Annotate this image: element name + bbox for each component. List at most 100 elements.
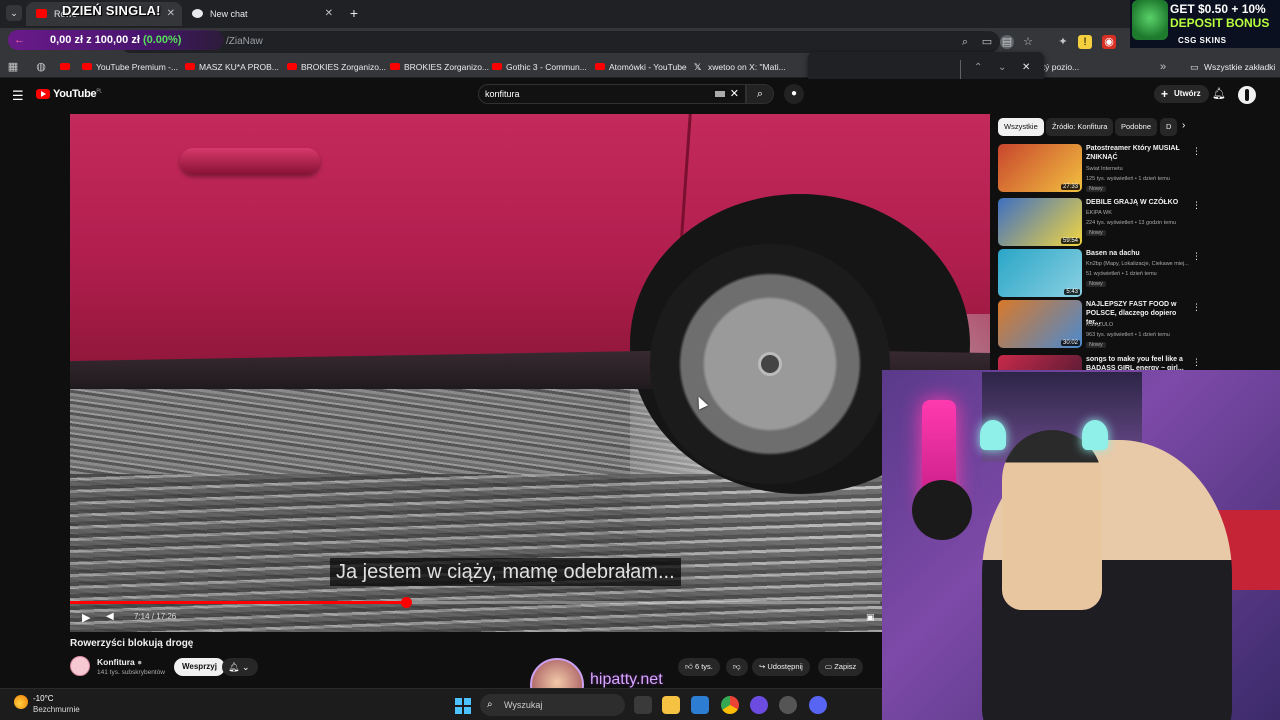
bookmark-item[interactable]: YouTube Premium -... — [82, 56, 178, 78]
volume-icon[interactable]: ◀︎ — [106, 611, 114, 622]
video-thumbnail[interactable] — [998, 355, 1082, 370]
more-vertical-icon[interactable]: ⋮ — [1192, 302, 1201, 313]
bookmark-item[interactable]: Atomówki - YouTube — [595, 56, 687, 78]
extension-icon[interactable]: ! — [1078, 35, 1092, 49]
chip-source[interactable]: Źródło: Konfitura — [1046, 118, 1114, 136]
recommendation-item[interactable]: 30:02 NAJLEPSZY FAST FOOD w POLSCE, dlac… — [998, 300, 1278, 350]
share-button[interactable]: ↪ Udostępnij — [752, 658, 810, 676]
bookmark-label: YouTube Premium -... — [96, 62, 179, 72]
close-icon[interactable]: ✕ — [325, 2, 333, 26]
settings-icon[interactable]: ▣ — [866, 612, 875, 623]
weather-icon[interactable] — [14, 695, 28, 709]
star-icon[interactable]: ☆ — [1021, 35, 1035, 49]
recommendation-title[interactable]: Basen na dachu — [1086, 249, 1186, 258]
new-tab-button[interactable]: + — [346, 5, 362, 21]
recommendation-item[interactable]: 59:54 DEBILE GRAJĄ W CZÓŁKO EKIPA WK 224… — [998, 198, 1278, 248]
recommendation-item[interactable]: 5:43 Basen na dachu Kn2bp (Mapy, Lokaliz… — [998, 249, 1278, 299]
video-time: 7:14 / 17:26 — [134, 612, 177, 621]
video-thumbnail[interactable]: 59:54 — [998, 198, 1082, 246]
recommendation-title[interactable]: Patostreamer Który MUSIAŁ ZNIKNĄĆ — [1086, 144, 1186, 162]
more-vertical-icon[interactable]: ⋮ — [1192, 251, 1201, 262]
extension-icon[interactable]: ◉ — [1102, 35, 1116, 49]
search-input[interactable]: konfitura ✕ — [478, 84, 746, 104]
logo-text: YouTube — [53, 88, 97, 100]
bookmark-item[interactable]: Gothic 3 - Commun... — [492, 56, 587, 78]
youtube-icon — [390, 63, 400, 70]
chip-more[interactable]: D — [1160, 118, 1178, 136]
extension-icon[interactable]: ✦ — [1056, 35, 1070, 49]
youtube-logo[interactable]: YouTubePL — [36, 88, 102, 102]
more-vertical-icon[interactable]: ⋮ — [1192, 200, 1201, 211]
scrubber-handle[interactable] — [401, 597, 413, 608]
video-player[interactable] — [70, 114, 990, 632]
store-icon[interactable] — [691, 696, 709, 714]
video-title: Rowerzyści blokują drogę — [70, 638, 194, 649]
recommendation-item[interactable]: songs to make you feel like a BADASS GIR… — [998, 355, 1278, 370]
recommendation-title[interactable]: DEBILE GRAJĄ W CZÓŁKO — [1086, 198, 1186, 207]
chevron-right-icon[interactable]: » — [1156, 60, 1170, 74]
chip-all[interactable]: Wszystkie — [998, 118, 1044, 136]
arrow-left-icon: ← — [14, 34, 25, 46]
bookmark-item[interactable] — [60, 56, 74, 78]
apps-grid-icon[interactable]: ▦ — [6, 60, 20, 74]
bell-icon: 🔔︎ — [228, 662, 240, 672]
bookmark-item[interactable]: 𝕏xwetoo on X: "Mati... — [694, 56, 786, 78]
like-button[interactable]: 👍︎ 6 tys. — [678, 658, 720, 676]
keyboard-icon[interactable] — [715, 91, 725, 97]
close-icon[interactable]: ✕ — [730, 85, 739, 103]
avatar[interactable] — [1238, 86, 1256, 104]
hamburger-menu-icon[interactable]: ☰ — [12, 88, 24, 104]
close-icon[interactable]: ✕ — [167, 2, 175, 26]
channel-name[interactable]: Konfitura ● — [97, 657, 142, 667]
chevron-down-icon[interactable]: ⌄ — [998, 62, 1006, 73]
video-thumbnail[interactable]: 30:02 — [998, 300, 1082, 348]
save-button[interactable]: ▭ Zapisz — [818, 658, 864, 676]
chevron-right-icon[interactable]: › — [1182, 120, 1185, 131]
video-thumbnail[interactable]: 27:33 — [998, 144, 1082, 192]
tab-new-chat[interactable]: New chat ✕ — [182, 2, 340, 26]
video-progress-bar[interactable] — [70, 597, 880, 608]
address-bar[interactable]: /ZiaNaw — [120, 31, 1000, 53]
discord-icon[interactable] — [809, 696, 827, 714]
chevron-up-icon[interactable]: ⌃ — [974, 62, 982, 73]
bell-icon[interactable]: 🔔︎ — [1212, 87, 1226, 100]
share-icon: ↪ — [759, 662, 766, 671]
search-button[interactable]: ⌕ — [746, 84, 774, 104]
cast-icon[interactable]: ▭ — [980, 35, 994, 49]
bookmark-item[interactable]: MASZ KU*A PROB... — [185, 56, 279, 78]
bookmark-item[interactable]: BROKIES Zorganizo... — [287, 56, 386, 78]
notifications-button[interactable]: 🔔︎ ⌄ — [222, 658, 258, 676]
chrome-icon[interactable] — [721, 696, 739, 714]
more-vertical-icon[interactable]: ⋮ — [1192, 357, 1201, 368]
bookmark-folder-icon[interactable]: ◍ — [34, 60, 48, 74]
channel-avatar[interactable] — [70, 656, 90, 676]
file-explorer-icon[interactable] — [662, 696, 680, 714]
recommendation-stats: 963 tys. wyświetleń • 1 dzień temu — [1086, 332, 1170, 338]
video-duration: 27:33 — [1060, 184, 1080, 190]
recommendation-item[interactable]: 27:33 Patostreamer Który MUSIAŁ ZNIKNĄĆ … — [998, 144, 1278, 194]
recommendation-title[interactable]: songs to make you feel like a BADASS GIR… — [1086, 355, 1186, 370]
video-frame-slush — [70, 474, 990, 632]
all-bookmarks[interactable]: ▭ Wszystkie zakładki — [1190, 56, 1275, 78]
app-icon[interactable] — [750, 696, 768, 714]
reader-icon[interactable]: ▤ — [1000, 35, 1014, 49]
taskbar-search[interactable]: ⌕ Wyszukaj — [480, 694, 625, 716]
tab-search-button[interactable]: ⌄ — [6, 5, 22, 21]
app-icon[interactable] — [779, 696, 797, 714]
task-view-icon[interactable] — [634, 696, 652, 714]
weather-temperature: -10°C — [33, 694, 54, 703]
support-button[interactable]: Wesprzyj — [174, 658, 225, 676]
chip-similar[interactable]: Podobne — [1115, 118, 1158, 136]
windows-start-icon[interactable] — [455, 698, 471, 714]
close-icon[interactable]: ✕ — [1022, 62, 1030, 73]
more-vertical-icon[interactable]: ⋮ — [1192, 146, 1201, 157]
voice-search-button[interactable]: ● — [784, 84, 804, 104]
play-icon[interactable]: ▶ — [82, 611, 90, 624]
donation-goal: ← 0,00 zł z 100,00 zł (0.00%) — [8, 30, 224, 50]
bookmarks-bar: ▦ ◍ YouTube Premium -... MASZ KU*A PROB.… — [0, 56, 1280, 78]
create-button[interactable]: + Utwórz — [1154, 85, 1209, 103]
dislike-button[interactable]: 👎︎ — [726, 658, 748, 676]
bookmark-item[interactable]: BROKIES Zorganizo... — [390, 56, 489, 78]
zoom-icon[interactable]: ⌕ — [958, 35, 972, 49]
video-thumbnail[interactable]: 5:43 — [998, 249, 1082, 297]
